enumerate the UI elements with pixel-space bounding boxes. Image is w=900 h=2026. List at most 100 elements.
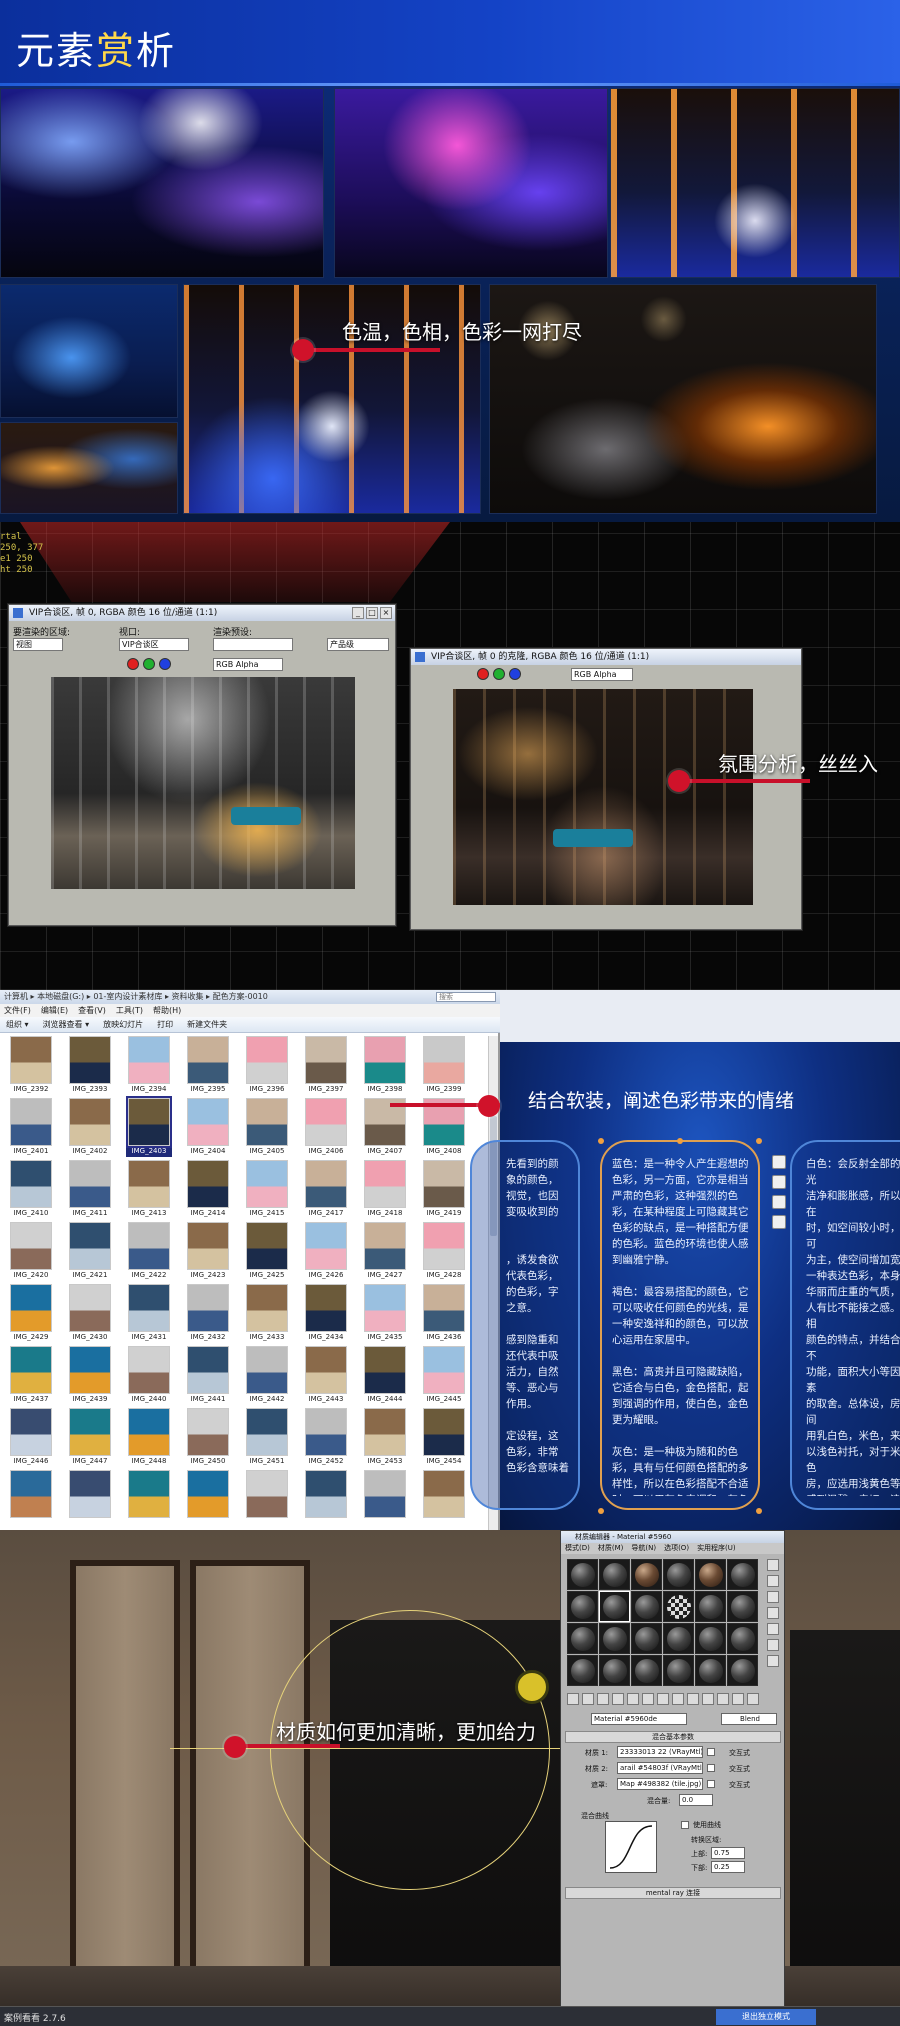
thumbnail-item[interactable]: IMG_2392 (8, 1036, 54, 1095)
thumbnail-item[interactable]: IMG_2397 (303, 1036, 349, 1095)
thumbnail-item[interactable]: IMG_2421 (67, 1222, 113, 1281)
thumbnail-item[interactable]: IMG_2446 (8, 1408, 54, 1467)
browse-button[interactable]: 浏览器查看 ▾ (43, 1017, 90, 1032)
thumbnail-item[interactable]: IMG_2401 (8, 1098, 54, 1157)
thumbnail-item[interactable] (126, 1470, 172, 1529)
thumbnail-item[interactable]: IMG_2418 (362, 1160, 408, 1219)
thumbnail-item[interactable]: IMG_2419 (421, 1160, 467, 1219)
sample-type-icon[interactable] (767, 1559, 779, 1571)
menu-material[interactable]: 材质(M) (598, 1543, 624, 1554)
minimize-button[interactable]: _ (352, 607, 364, 619)
render-window[interactable]: VIP合谈区, 帧 0, RGBA 颜色 16 位/通道 (1:1) _ □ × 要… (8, 604, 396, 926)
thumbnail-item[interactable]: IMG_2443 (303, 1346, 349, 1405)
panel-text[interactable]: 蓝色：是一种令人产生遐想的色彩，另一方面，它亦是相当严肃的色彩，这种强烈的色彩，… (612, 1156, 752, 1496)
material-sample-slot[interactable] (663, 1559, 694, 1590)
show-map-icon[interactable] (702, 1693, 714, 1705)
resize-handle[interactable] (598, 1138, 604, 1144)
thumbnail-item[interactable]: IMG_2425 (244, 1222, 290, 1281)
thumbnail-item[interactable] (67, 1470, 113, 1529)
viewport-dropdown[interactable]: VIP合谈区 (119, 638, 189, 651)
thumbnail-item[interactable]: IMG_2411 (67, 1160, 113, 1219)
background-icon[interactable] (767, 1591, 779, 1603)
mask-button[interactable]: Map #498382 (tile.jpg) (617, 1778, 703, 1790)
maximize-button[interactable]: □ (366, 607, 378, 619)
resize-handle[interactable] (756, 1138, 762, 1144)
thumbnail-item[interactable]: IMG_2445 (421, 1346, 467, 1405)
material1-button[interactable]: 23333013 22 (VRayMtl) (617, 1746, 703, 1758)
thumbnail-item[interactable]: IMG_2442 (244, 1346, 290, 1405)
material-sample-slot[interactable] (663, 1623, 694, 1654)
thumbnail-item[interactable]: IMG_2451 (244, 1408, 290, 1467)
menu-navigation[interactable]: 导航(N) (631, 1543, 656, 1554)
menu-view[interactable]: 查看(V) (78, 1004, 106, 1017)
material-sample-slot[interactable] (567, 1559, 598, 1590)
mix-amount-input[interactable]: 0.0 (679, 1794, 713, 1806)
thumbnail-item[interactable] (421, 1470, 467, 1529)
thumbnail-item[interactable]: IMG_2402 (67, 1098, 113, 1157)
upper-input[interactable]: 0.75 (711, 1847, 745, 1859)
library-icon[interactable] (672, 1693, 684, 1705)
thumbnail-item[interactable]: IMG_2430 (67, 1284, 113, 1343)
exit-isolation-button[interactable]: 退出独立模式 (716, 2009, 816, 2025)
go-parent-icon[interactable] (732, 1693, 744, 1705)
thumbnail-item[interactable] (8, 1470, 54, 1529)
thumbnail-item[interactable]: IMG_2413 (126, 1160, 172, 1219)
thumbnail-item[interactable]: IMG_2427 (362, 1222, 408, 1281)
thumbnail-item[interactable]: IMG_2433 (244, 1284, 290, 1343)
thumbnail-item[interactable]: IMG_2405 (244, 1098, 290, 1157)
thumbnail-item[interactable]: IMG_2432 (185, 1284, 231, 1343)
menu-tools[interactable]: 工具(T) (116, 1004, 143, 1017)
slideshow-button[interactable]: 放映幻灯片 (103, 1017, 143, 1032)
thumbnail-item[interactable]: IMG_2434 (303, 1284, 349, 1343)
menu-help[interactable]: 帮助(H) (153, 1004, 181, 1017)
thumbnail-item[interactable]: IMG_2448 (126, 1408, 172, 1467)
thumbnail-item[interactable]: IMG_2398 (362, 1036, 408, 1095)
thumbnail-item[interactable]: IMG_2429 (8, 1284, 54, 1343)
new-folder-button[interactable]: 新建文件夹 (187, 1017, 227, 1032)
material-name-field[interactable]: Material #5960de (591, 1713, 687, 1725)
make-preview-icon[interactable] (767, 1639, 779, 1651)
thumbnail-item[interactable]: IMG_2406 (303, 1098, 349, 1157)
mask-enable-checkbox[interactable] (707, 1780, 715, 1788)
use-curve-checkbox[interactable] (681, 1821, 689, 1829)
blend-params-rollout[interactable]: 混合基本参数 (565, 1731, 781, 1743)
thumbnail-item[interactable]: IMG_2414 (185, 1160, 231, 1219)
thumbnail-item[interactable]: IMG_2423 (185, 1222, 231, 1281)
material-sample-slot[interactable] (727, 1655, 758, 1686)
thumbnail-item[interactable]: IMG_2404 (185, 1098, 231, 1157)
eyedropper-icon[interactable] (567, 1693, 579, 1705)
unique-icon[interactable] (657, 1693, 669, 1705)
thumbnail-item[interactable]: IMG_2454 (421, 1408, 467, 1467)
thumbnail-item[interactable]: IMG_2420 (8, 1222, 54, 1281)
thumbnail-item[interactable]: IMG_2435 (362, 1284, 408, 1343)
material-type-button[interactable]: Blend (721, 1713, 777, 1725)
address-bar[interactable]: 计算机 ▸ 本地磁盘(G:) ▸ 01-室内设计素材库 ▸ 资料收集 ▸ 配色方… (0, 990, 500, 1004)
thumbnail-item[interactable] (244, 1470, 290, 1529)
print-button[interactable]: 打印 (157, 1017, 173, 1032)
material1-enable-checkbox[interactable] (707, 1748, 715, 1756)
menu-utilities[interactable]: 实用程序(U) (697, 1543, 736, 1554)
window-titlebar[interactable]: VIP合谈区, 帧 0, RGBA 颜色 16 位/通道 (1:1) _ □ × (9, 605, 395, 621)
menu-file[interactable]: 文件(F) (4, 1004, 31, 1017)
material-sample-slot[interactable] (631, 1559, 662, 1590)
thumbnail-item[interactable]: IMG_2399 (421, 1036, 467, 1095)
filter-tool-icon[interactable] (772, 1215, 786, 1229)
text-panel-middle[interactable]: 蓝色：是一种令人产生遐想的色彩，另一方面，它亦是相当严肃的色彩，这种强烈的色彩，… (600, 1140, 760, 1510)
mental-ray-rollout[interactable]: mental ray 连接 (565, 1887, 781, 1899)
thumbnail-item[interactable]: IMG_2436 (421, 1284, 467, 1343)
gizmo-handle[interactable] (515, 1670, 549, 1704)
red-channel-toggle[interactable] (127, 658, 139, 670)
material-sample-slot[interactable] (695, 1591, 726, 1622)
material-sample-slot[interactable] (631, 1655, 662, 1686)
material2-enable-checkbox[interactable] (707, 1764, 715, 1772)
thumbnail-item[interactable]: IMG_2415 (244, 1160, 290, 1219)
material-sample-slot[interactable] (695, 1655, 726, 1686)
organize-button[interactable]: 组织 ▾ (6, 1017, 29, 1032)
material-editor-window[interactable]: 材质编辑器 - Material #5960 模式(D) 材质(M) 导航(N)… (560, 1530, 785, 2026)
material-sample-slot[interactable] (599, 1559, 630, 1590)
render-level-dropdown[interactable]: 产品级 (327, 638, 389, 651)
menu-mode[interactable]: 模式(D) (565, 1543, 590, 1554)
material-sample-slot[interactable] (599, 1591, 630, 1622)
thumbnail-item[interactable]: IMG_2431 (126, 1284, 172, 1343)
put-material-icon[interactable] (597, 1693, 609, 1705)
